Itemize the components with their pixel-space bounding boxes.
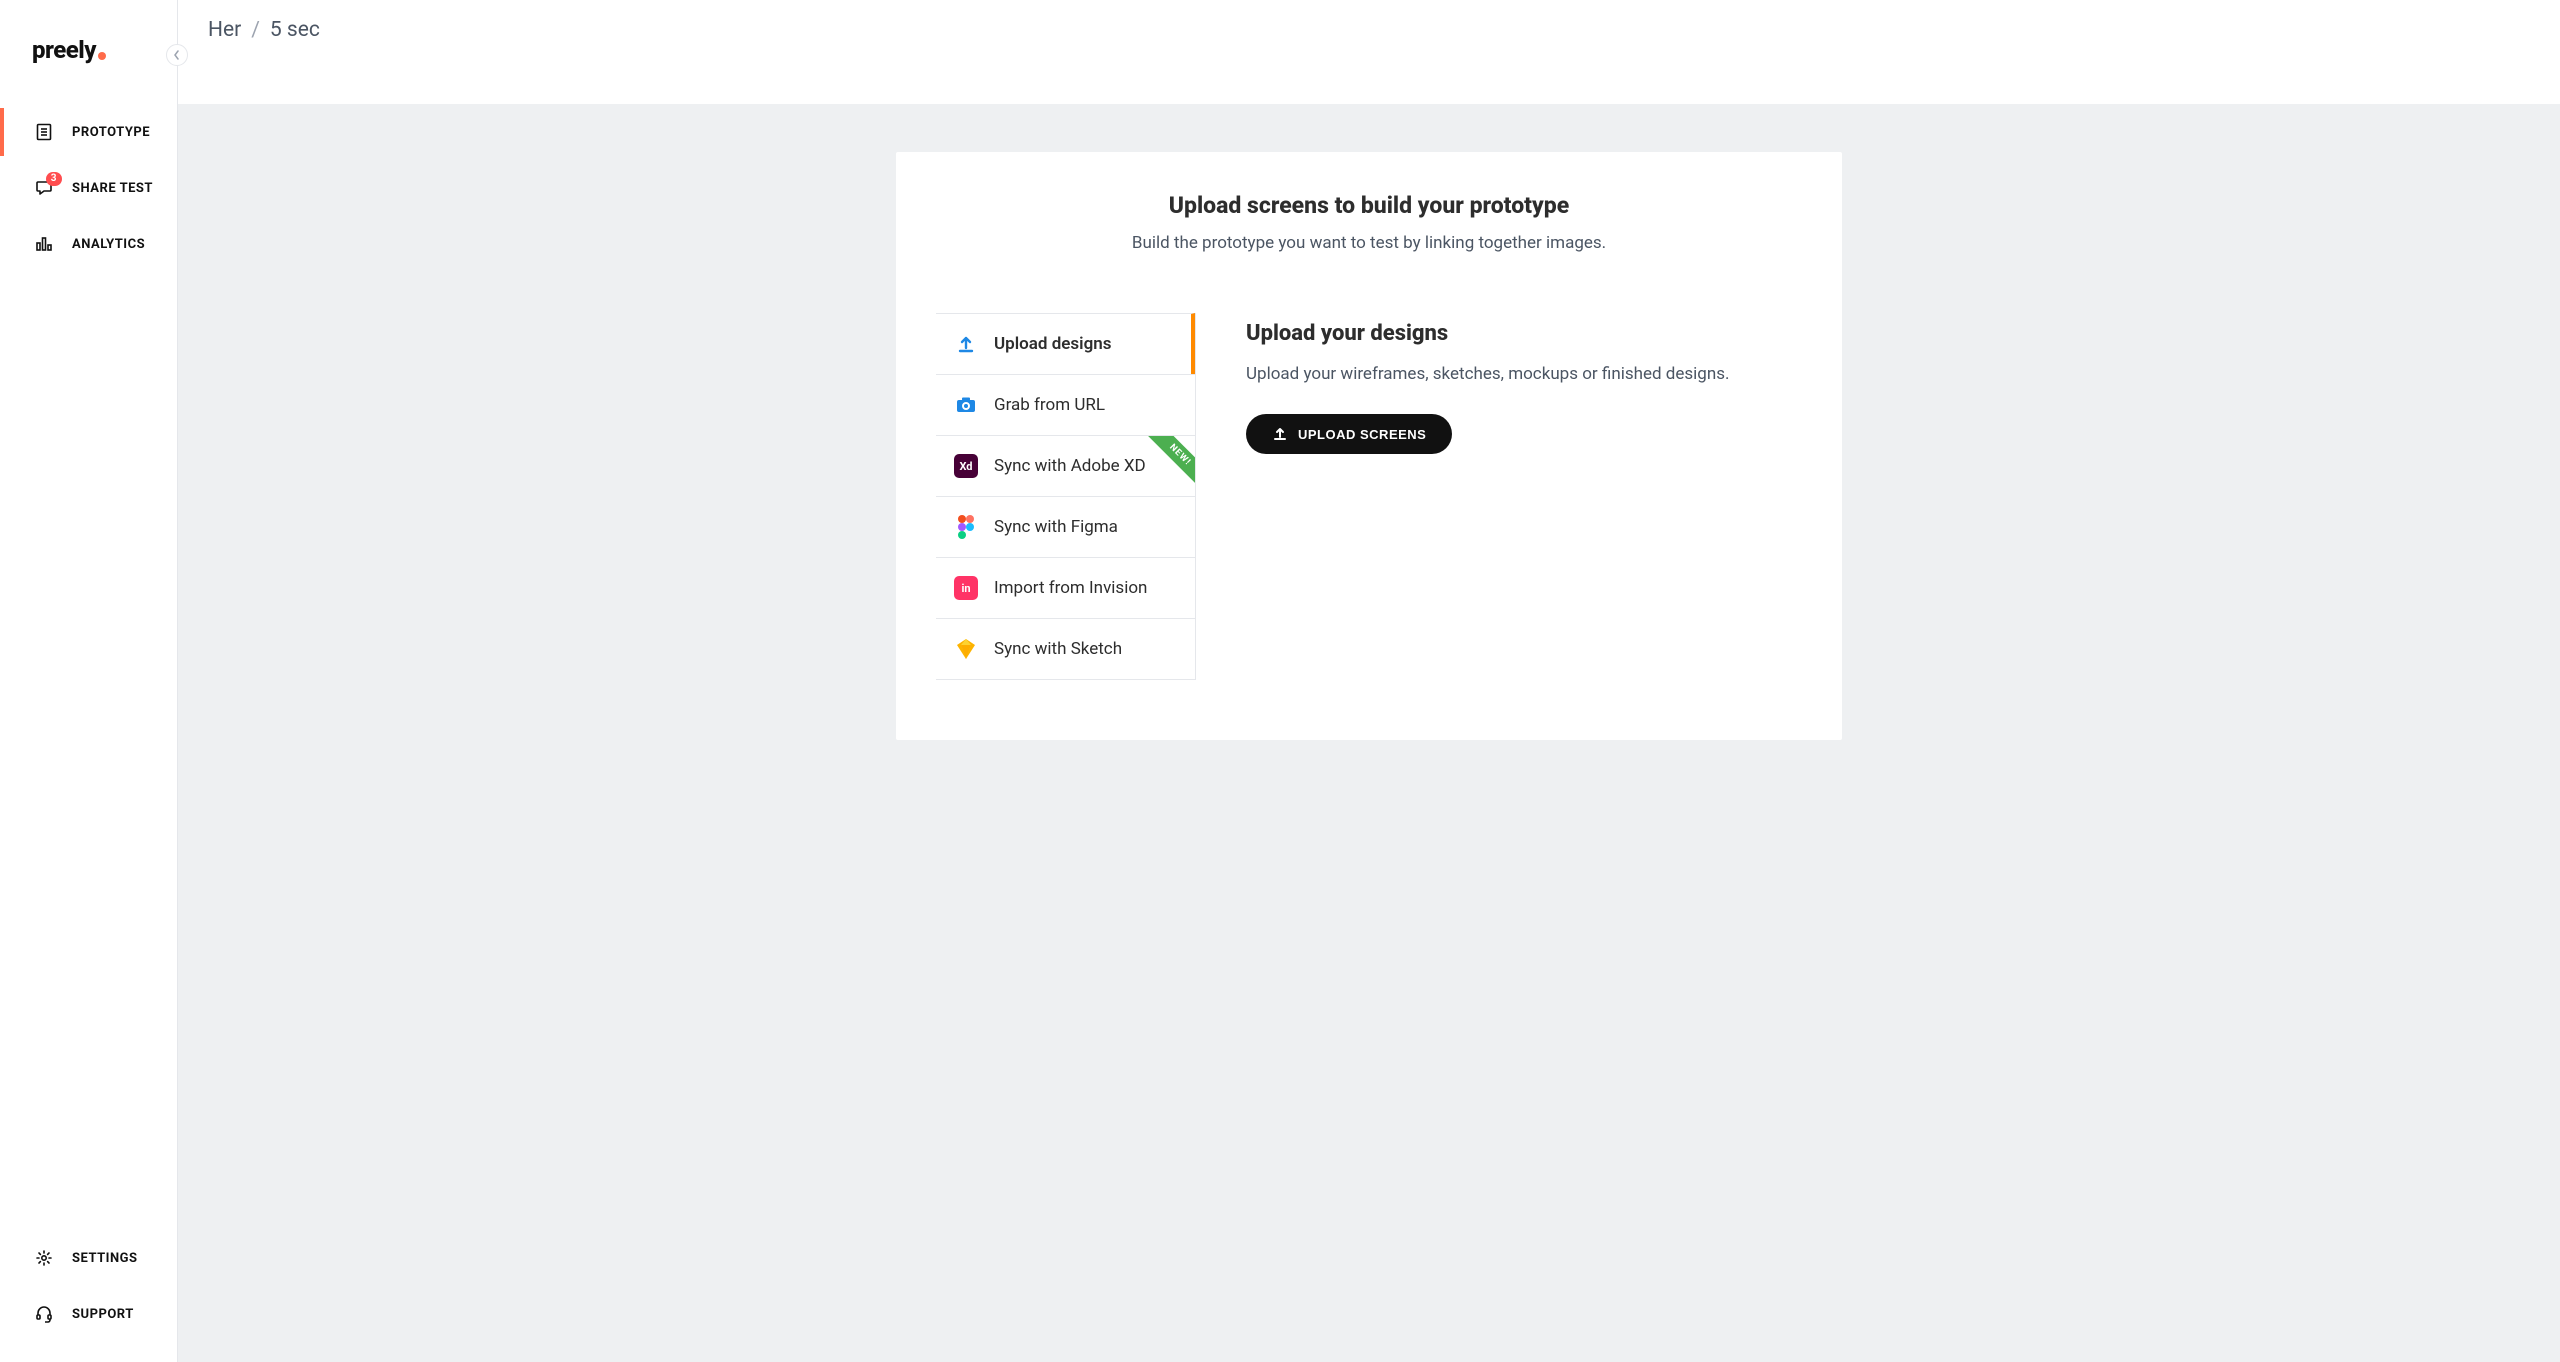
option-label: Sync with Adobe XD (994, 456, 1146, 476)
option-upload-designs[interactable]: Upload designs (936, 313, 1195, 374)
analytics-icon (34, 234, 54, 254)
upload-button-label: UPLOAD SCREENS (1298, 427, 1426, 442)
detail-panel: Upload your designs Upload your wirefram… (1196, 313, 1802, 680)
main: Her / 5 sec Upload screens to build your… (178, 0, 2560, 1362)
option-grab-from-url[interactable]: Grab from URL (936, 374, 1195, 435)
option-import-invision[interactable]: in Import from Invision (936, 557, 1195, 618)
options-list: Upload designs Grab from URL Xd (936, 313, 1196, 680)
nav-label: SUPPORT (72, 1307, 134, 1322)
option-label: Sync with Figma (994, 517, 1118, 537)
content-area: Upload screens to build your prototype B… (178, 104, 2560, 1362)
primary-nav: PROTOTYPE 3 SHARE TEST ANALYTICS (0, 104, 177, 272)
breadcrumb-separator: / (251, 18, 260, 42)
collapse-sidebar-button[interactable] (166, 44, 188, 66)
chat-icon: 3 (34, 178, 54, 198)
new-ribbon: NEW! (1143, 435, 1195, 492)
option-label: Upload designs (994, 334, 1111, 354)
invision-icon: in (954, 576, 978, 600)
breadcrumb: Her / 5 sec (208, 18, 320, 42)
breadcrumb-current: 5 sec (270, 18, 320, 42)
option-sync-figma[interactable]: Sync with Figma (936, 496, 1195, 557)
nav-label: PROTOTYPE (72, 125, 150, 140)
figma-icon (954, 515, 978, 539)
card-subtitle: Build the prototype you want to test by … (896, 233, 1842, 253)
chevron-left-icon (172, 50, 182, 60)
gear-icon (34, 1248, 54, 1268)
logo-dot-icon (98, 52, 106, 60)
adobe-xd-icon: Xd (954, 454, 978, 478)
sketch-icon (954, 637, 978, 661)
nav-item-support[interactable]: SUPPORT (0, 1286, 177, 1342)
detail-text: Upload your wireframes, sketches, mockup… (1246, 364, 1802, 384)
nav-item-prototype[interactable]: PROTOTYPE (0, 104, 177, 160)
sidebar: preely PROTOTYPE 3 SHARE TEST ANA (0, 0, 178, 1362)
option-label: Grab from URL (994, 395, 1105, 415)
logo[interactable]: preely (0, 0, 177, 104)
upload-blue-icon (954, 332, 978, 356)
option-label: Import from Invision (994, 578, 1147, 598)
upload-icon (1272, 426, 1288, 442)
camera-icon (954, 393, 978, 417)
share-test-badge: 3 (46, 172, 62, 186)
topbar: Her / 5 sec (178, 0, 2560, 104)
upload-card: Upload screens to build your prototype B… (896, 152, 1842, 740)
document-icon (34, 122, 54, 142)
option-label: Sync with Sketch (994, 639, 1122, 659)
nav-item-share-test[interactable]: 3 SHARE TEST (0, 160, 177, 216)
secondary-nav: SETTINGS SUPPORT (0, 1230, 177, 1362)
nav-item-settings[interactable]: SETTINGS (0, 1230, 177, 1286)
option-sync-adobe-xd[interactable]: Xd Sync with Adobe XD NEW! (936, 435, 1195, 496)
card-title: Upload screens to build your prototype (896, 192, 1842, 219)
nav-item-analytics[interactable]: ANALYTICS (0, 216, 177, 272)
brand-name: preely (32, 36, 96, 64)
detail-title: Upload your designs (1246, 321, 1802, 346)
nav-label: ANALYTICS (72, 237, 145, 252)
upload-screens-button[interactable]: UPLOAD SCREENS (1246, 414, 1452, 454)
nav-label: SHARE TEST (72, 181, 153, 196)
nav-label: SETTINGS (72, 1251, 138, 1266)
breadcrumb-parent[interactable]: Her (208, 18, 241, 42)
headset-icon (34, 1304, 54, 1324)
option-sync-sketch[interactable]: Sync with Sketch (936, 618, 1195, 680)
